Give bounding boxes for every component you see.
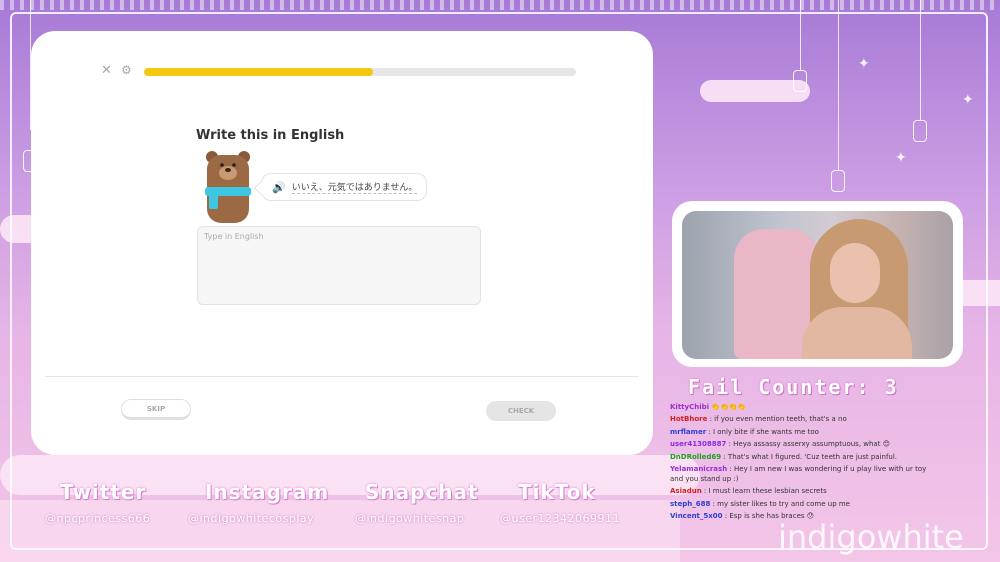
channel-watermark: indigowhite bbox=[778, 518, 964, 556]
chat-username[interactable]: HotBhore bbox=[670, 415, 707, 423]
social-label-snapchat: Snapchat bbox=[365, 480, 479, 504]
social-handle-twitter: @npcprincess666 bbox=[45, 512, 151, 525]
social-label-tiktok: TikTok bbox=[518, 480, 596, 504]
fail-counter: Fail Counter: 3 bbox=[688, 375, 899, 399]
chat-username[interactable]: steph_688 bbox=[670, 500, 710, 508]
japanese-sentence[interactable]: いいえ、元気ではありません。 bbox=[291, 180, 418, 194]
chat-username[interactable]: KittyChibi bbox=[670, 403, 709, 411]
lesson-progress-fill bbox=[144, 68, 373, 76]
chat-message: steph_688 : my sister likes to try and c… bbox=[670, 500, 930, 509]
chat-message: HotBhore : if you even mention teeth, th… bbox=[670, 415, 930, 424]
chat-message: DnDRolled69 : That's what I figured. 'Cu… bbox=[670, 453, 930, 462]
top-dotted-border bbox=[0, 0, 1000, 10]
answer-input[interactable] bbox=[197, 226, 481, 305]
footer-divider bbox=[45, 376, 639, 377]
chat-message: Asiadun : I must learn these lesbian sec… bbox=[670, 487, 930, 496]
chat-message: mrflamer : I only bite if she wants me t… bbox=[670, 428, 930, 437]
bear-character-icon bbox=[205, 151, 251, 223]
sentence-bubble: 🔊 いいえ、元気ではありません。 bbox=[253, 173, 427, 201]
close-icon[interactable]: ✕ bbox=[101, 63, 112, 78]
social-handle-tiktok: @user12342069911 bbox=[500, 512, 620, 525]
chat-text: : my sister likes to try and come up me bbox=[710, 499, 850, 508]
social-label-twitter: Twitter bbox=[60, 480, 147, 504]
streamer-body bbox=[802, 307, 912, 359]
chat-username[interactable]: DnDRolled69 bbox=[670, 453, 721, 461]
webcam-feed bbox=[682, 211, 953, 359]
chat-message: KittyChibi 👏👏👏👏 bbox=[670, 403, 930, 412]
chat-text: : I must learn these lesbian secrets bbox=[701, 487, 827, 496]
check-button[interactable]: CHECK bbox=[486, 401, 556, 421]
chat-text: : That's what I figured. 'Cuz teeth are … bbox=[721, 452, 898, 461]
chat-message: user41308887 : Heya assassy asserxy assu… bbox=[670, 440, 930, 449]
chat-username[interactable]: Vincent_5x00 bbox=[670, 512, 723, 520]
webcam-frame bbox=[672, 201, 963, 367]
chat-text: : I only bite if she wants me too bbox=[706, 427, 819, 436]
social-label-instagram: Instagram bbox=[205, 480, 330, 504]
social-handle-instagram: @indigowhitecosplay bbox=[188, 512, 315, 525]
chat-text: : if you even mention teeth, that's a no bbox=[707, 415, 847, 424]
chat-panel: KittyChibi 👏👏👏👏 HotBhore : if you even me… bbox=[670, 403, 930, 524]
gear-icon[interactable]: ⚙ bbox=[121, 63, 132, 77]
skip-button[interactable]: SKIP bbox=[121, 399, 191, 420]
speaker-icon[interactable]: 🔊 bbox=[272, 181, 286, 194]
chat-username[interactable]: Yelamanicrash bbox=[670, 465, 727, 473]
lesson-progress-bar bbox=[144, 68, 576, 76]
chat-text: 👏👏👏👏 bbox=[709, 403, 747, 411]
lesson-window: ✕ ⚙ Write this in English 🔊 いいえ、元気ではありませ… bbox=[33, 33, 651, 453]
chat-message: Yelamanicrash : Hey I am new I was wonde… bbox=[670, 465, 930, 484]
chat-username[interactable]: Asiadun bbox=[670, 487, 702, 495]
chat-text: : Heya assassy asserxy assumptuous, what… bbox=[726, 440, 890, 449]
chat-username[interactable]: mrflamer bbox=[670, 428, 706, 436]
streamer-face bbox=[830, 243, 880, 303]
bubble-tail bbox=[253, 180, 269, 196]
social-handle-snapchat: @indigowhitesnap bbox=[355, 512, 465, 525]
chat-username[interactable]: user41308887 bbox=[670, 440, 726, 448]
exercise-prompt: Write this in English bbox=[196, 128, 345, 143]
